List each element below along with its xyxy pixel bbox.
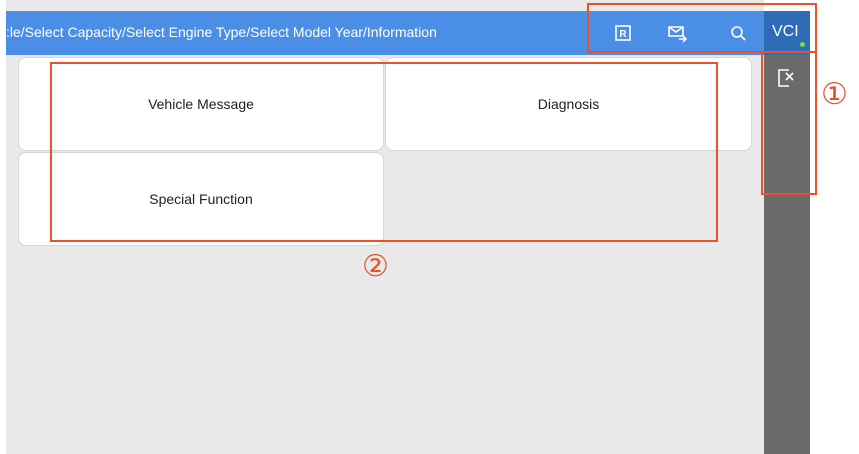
annotation-marker-1: ①: [821, 78, 848, 111]
breadcrumb: :le/Select Capacity/Select Engine Type/S…: [6, 24, 437, 40]
annotation-box-2: [50, 62, 718, 242]
annotation-marker-2: ②: [362, 250, 389, 283]
annotation-box-1-extension: [761, 51, 817, 195]
annotation-box-1: [587, 3, 817, 53]
